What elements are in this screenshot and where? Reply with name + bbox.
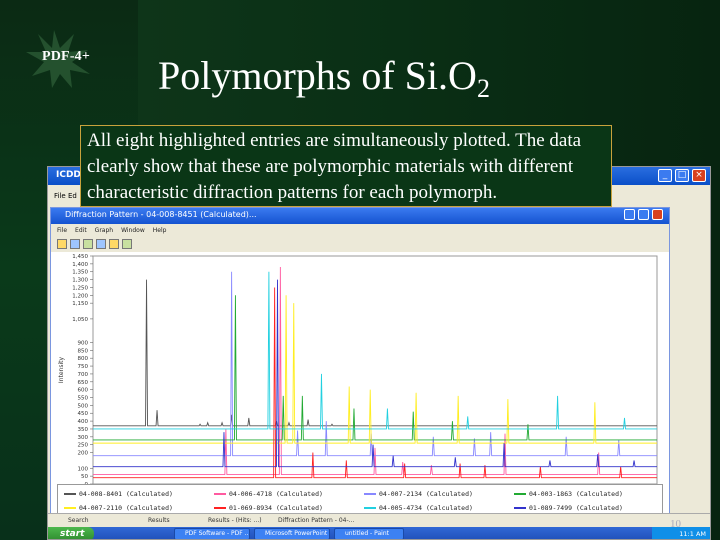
graph-icon[interactable] [122,239,132,249]
y-tick-label: 1,150 [72,301,88,307]
inner-window-titlebar[interactable]: Diffraction Pattern - 04-008-8451 (Calcu… [51,208,669,224]
y-tick-label: 1,350 [72,270,88,276]
taskbar-item-paint[interactable]: untitled - Paint [334,528,404,539]
save-icon[interactable] [70,239,80,249]
legend-label: 01-089-7499 (Calculated) [529,504,623,512]
legend-label: 01-069-8934 (Calculated) [229,504,323,512]
close-button[interactable]: × [692,169,706,182]
diffraction-pattern-window: Diffraction Pattern - 04-008-8451 (Calcu… [50,207,670,526]
legend-entry: 01-069-8934 (Calculated) [214,504,323,512]
y-tick-label: 50 [81,474,88,480]
y-tick-label: 350 [78,427,89,433]
page-title: Polymorphs of Si.O2 [158,53,490,103]
status-results-hits[interactable]: Results - (Hits: ...) [208,517,262,524]
legend-entry: 04-005-4734 (Calculated) [364,504,473,512]
y-tick-label: 1,200 [72,293,88,299]
taskbar-item-pdf[interactable]: PDF Software - PDF ... [174,528,250,539]
legend-entry: 04-003-1863 (Calculated) [514,490,623,498]
y-tick-label: 1,400 [72,262,88,268]
taskbar-clock: 11:1 AM [652,527,710,539]
legend-label: 04-007-2110 (Calculated) [79,504,173,512]
open-folder-icon[interactable] [57,239,67,249]
inner-toolbar [51,236,669,252]
inner-window-controls [624,209,663,220]
status-diffraction[interactable]: Diffraction Pattern - 04-... [278,517,354,524]
y-tick-label: 650 [78,380,89,386]
y-tick-label: 1,450 [72,254,88,260]
legend-entry: 04-006-4718 (Calculated) [214,490,323,498]
y-tick-label: 900 [78,340,89,346]
y-tick-label: 450 [78,411,89,417]
status-strip: Search Results Results - (Hits: ...) Dif… [48,513,710,527]
taskbar-item-powerpoint[interactable]: Microsoft PowerPoint ... [254,528,330,539]
status-results[interactable]: Results [148,517,170,524]
y-tick-label: 250 [78,443,89,449]
y-axis-label: Intensity [58,356,65,383]
y-tick-label: 400 [78,419,89,425]
y-tick-label: 850 [78,348,89,354]
caption-box: All eight highlighted entries are simult… [80,125,612,207]
menu-help[interactable]: Help [153,227,167,234]
legend-swatch [214,507,226,509]
legend-entry: 04-007-2110 (Calculated) [64,504,173,512]
legend-swatch [214,493,226,495]
legend-label: 04-008-8401 (Calculated) [79,490,173,498]
menu-file[interactable]: File [57,227,67,234]
legend-label: 04-007-2134 (Calculated) [379,490,473,498]
legend-label: 04-003-1863 (Calculated) [529,490,623,498]
inner-minimize-button[interactable] [624,209,635,220]
legend-swatch [364,493,376,495]
inner-menubar: File Edit Graph Window Help [51,224,669,236]
y-tick-label: 700 [78,372,89,378]
legend-swatch [64,493,76,495]
legend-swatch [64,507,76,509]
print-icon[interactable] [83,239,93,249]
status-search[interactable]: Search [68,517,89,524]
menu-graph[interactable]: Graph [95,227,113,234]
page-number: 10 [670,518,681,530]
y-tick-label: 550 [78,396,89,402]
y-tick-label: 100 [78,466,89,472]
y-tick-label: 1,300 [72,278,88,284]
legend-swatch [514,507,526,509]
legend-label: 04-006-4718 (Calculated) [229,490,323,498]
start-button[interactable]: start [48,527,94,539]
copy-icon[interactable] [96,239,106,249]
inner-maximize-button[interactable] [638,209,649,220]
taskbar: start PDF Software - PDF ... Microsoft P… [48,527,710,539]
y-tick-label: 800 [78,356,89,362]
y-tick-label: 1,250 [72,285,88,291]
zoom-icon[interactable] [109,239,119,249]
screenshot-desktop: ICDD _ □ × File Ed Diffraction Pattern -… [47,166,711,540]
maximize-button[interactable]: □ [675,169,689,182]
y-tick-label: 300 [78,435,89,441]
y-tick-label: 600 [78,388,89,394]
menu-edit[interactable]: Edit [75,227,87,234]
outer-menu-text[interactable]: File Ed [48,192,77,200]
legend-entry: 04-007-2134 (Calculated) [364,490,473,498]
chart-svg: 0501002002503003504004505005506006507007… [58,254,658,506]
legend-entry: 04-008-8401 (Calculated) [64,490,173,498]
legend-swatch [364,507,376,509]
legend-entry: 01-089-7499 (Calculated) [514,504,623,512]
minimize-button[interactable]: _ [658,169,672,182]
logo-text: PDF-4+ [42,49,91,64]
y-tick-label: 200 [78,451,89,457]
legend-swatch [514,493,526,495]
legend-label: 04-005-4734 (Calculated) [379,504,473,512]
outer-window-title: ICDD [56,170,81,180]
inner-window-title: Diffraction Pattern - 04-008-8451 (Calcu… [65,210,257,219]
outer-window-controls: _ □ × [658,169,706,182]
menu-window[interactable]: Window [121,227,145,234]
y-tick-label: 500 [78,403,89,409]
inner-close-button[interactable] [652,209,663,220]
y-tick-label: 750 [78,364,89,370]
y-tick-label: 1,050 [72,317,88,323]
